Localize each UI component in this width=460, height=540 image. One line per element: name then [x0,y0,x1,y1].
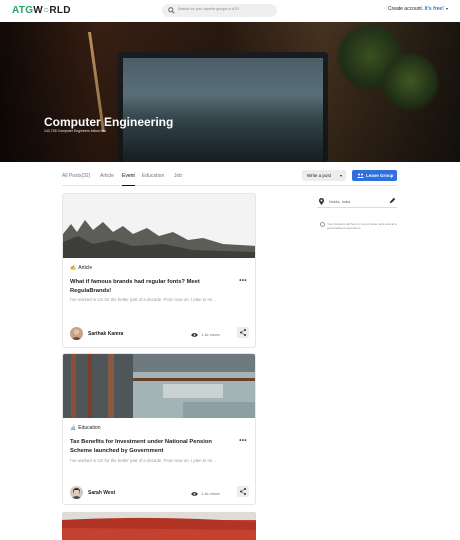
post-excerpt: I've worked in UX for the better part of… [70,297,216,302]
tab-education[interactable]: Education [142,173,164,179]
write-post-button[interactable]: Write a post ▾ [302,170,346,181]
share-button[interactable] [237,486,249,497]
pencil-icon[interactable] [389,197,396,204]
account-free-link[interactable]: It's free! [425,6,444,12]
post-category: 🔬 Education [70,425,100,431]
tab-event[interactable]: Event [122,173,135,186]
eye-icon [191,333,198,337]
location-field[interactable]: Noida, India [317,196,397,208]
location-info-text: Your location will help us serve better … [327,222,397,231]
eye-icon [191,492,198,496]
views-text: 1.4k views [201,332,220,337]
info-icon [320,222,325,227]
tab-all-posts[interactable]: All Posts(32) [62,173,90,179]
post-category: ✍️ Article [70,265,92,271]
logo-text-atg: ATG [12,5,34,16]
banner-overlay [0,22,460,162]
logo-text-rld: RLD [49,5,71,16]
category-label: Education [78,425,101,431]
tab-article[interactable]: Article [100,173,114,179]
location-pin-icon [319,198,324,205]
category-emoji: 🔬 [70,425,77,431]
group-icon [357,173,364,178]
create-account-link[interactable]: Create account. It's free! ▾ [388,6,448,12]
write-post-label: Write a post [307,173,331,178]
logo-text-w: W [33,5,44,16]
search-icon [168,7,175,14]
tab-job[interactable]: Job [174,173,182,179]
post-card[interactable]: 🔬 Education Tax Benefits for Investment u… [62,353,256,505]
post-title[interactable]: What if famous brands had regular fonts?… [70,278,230,295]
views-text: 1.4k views [201,491,220,496]
leave-group-label: Leave Group [366,173,394,178]
post-title[interactable]: Tax Benefits for Investment under Nation… [70,438,230,455]
post-image-red-car [62,512,256,540]
caret-down-icon: ▾ [339,173,342,178]
chevron-down-icon[interactable]: ▾ [445,6,448,11]
author-name[interactable]: Sarthak Kamra [88,331,123,337]
atg-world-logo[interactable]: ATGW○RLD [12,5,71,16]
group-cover-banner: Computer Engineering 142,765 Computer En… [0,22,460,162]
post-card[interactable]: ✍️ Article What if famous brands had regu… [62,193,256,348]
post-card[interactable] [62,512,256,540]
author-name[interactable]: Sarah West [88,490,115,496]
share-icon [240,488,246,495]
post-image-foggy-forest [63,194,255,258]
more-options-icon[interactable]: ••• [239,438,247,444]
group-title: Computer Engineering [44,115,174,129]
avatar[interactable] [70,327,83,340]
avatar[interactable] [70,486,83,499]
leave-group-button[interactable]: Leave Group [352,170,397,181]
top-navbar: ATGW○RLD Search for your favorite groups… [0,0,460,22]
category-emoji: ✍️ [70,265,77,271]
account-text: Create account. [387,6,424,12]
post-image-weathered-wall [63,354,255,418]
category-label: Article [78,265,93,271]
post-excerpt: I've worked in UX for the better part of… [70,458,216,463]
author-avatar-image [70,486,83,499]
group-subtitle: 142,765 Computer Engineers follow this [44,129,107,133]
more-options-icon[interactable]: ••• [239,278,247,284]
location-text: Noida, India [329,199,351,204]
share-button[interactable] [237,327,249,338]
post-filter-tabs: All Posts(32) Article Event Education Jo… [62,169,397,186]
author-avatar-image [70,327,83,340]
search-bar[interactable]: Search for your favorite groups in ATG [162,4,277,17]
view-count: 1.4k views [191,491,220,496]
share-icon [240,329,246,336]
search-placeholder: Search for your favorite groups in ATG [178,7,240,11]
view-count: 1.4k views [191,332,220,337]
